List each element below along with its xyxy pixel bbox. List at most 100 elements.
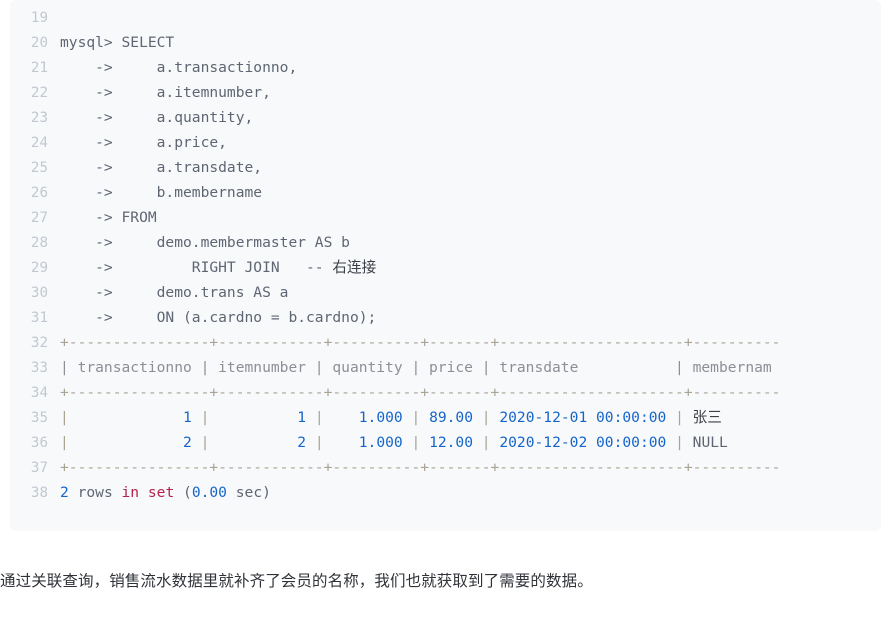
code-token: NULL bbox=[683, 434, 728, 451]
code-line: 22 -> a.itemnumber, bbox=[10, 80, 780, 105]
body-paragraph: 通过关联查询，销售流水数据里就补齐了会员的名称，我们也就获取到了需要的数据。 bbox=[0, 573, 593, 590]
code-token: | bbox=[473, 434, 491, 451]
line-number: 21 bbox=[30, 60, 48, 76]
line-number: 33 bbox=[30, 360, 48, 376]
code-line: 35 | 1 | 1 | 1.000 | 89.00 | 2020-12-01 0… bbox=[10, 405, 780, 430]
code-line: 27 -> FROM bbox=[10, 205, 780, 230]
code-token: +----------------+------------+---------… bbox=[60, 459, 781, 476]
line-number: 32 bbox=[30, 335, 48, 351]
code-token: | bbox=[191, 434, 210, 451]
code-line-text: | transactionno | itemnumber | quantity … bbox=[48, 355, 772, 380]
code-token: 2 bbox=[68, 434, 192, 451]
code-token: 1.000 bbox=[323, 434, 403, 451]
page-root: 19 20 mysql> SELECT 21 -> a.transactionno, 2… bbox=[0, 0, 881, 620]
code-token: -> a.quantity, bbox=[60, 109, 254, 126]
line-number: 23 bbox=[30, 110, 48, 126]
code-token: -> a.transactionno, bbox=[60, 59, 298, 76]
code-token: | bbox=[306, 409, 324, 426]
code-token: in set bbox=[121, 484, 175, 501]
code-line-text: -> a.itemnumber, bbox=[48, 80, 271, 105]
code-token: 89.00 bbox=[420, 409, 473, 426]
code-line-text: -> demo.membermaster AS b bbox=[48, 230, 350, 255]
code-token: -> ON (a.cardno = b.cardno); bbox=[60, 309, 377, 326]
code-line: 19 bbox=[10, 5, 780, 30]
code-token: | bbox=[191, 409, 210, 426]
code-line: 29 -> RIGHT JOIN -- 右连接 bbox=[10, 255, 780, 280]
code-token: 2 bbox=[60, 484, 69, 501]
line-number: 22 bbox=[30, 85, 48, 101]
code-token: 1 bbox=[68, 409, 192, 426]
code-line: 38 2 rows in set (0.00 sec) bbox=[10, 480, 780, 505]
code-line: 34 +----------------+------------+-------… bbox=[10, 380, 781, 405]
code-token: | bbox=[402, 409, 421, 426]
line-number: 29 bbox=[30, 260, 48, 276]
code-line: 23 -> a.quantity, bbox=[10, 105, 780, 130]
code-line-text: +----------------+------------+---------… bbox=[48, 455, 780, 480]
code-token: 张三 bbox=[683, 409, 722, 426]
code-token: 2020-12-01 00:00:00 bbox=[490, 409, 667, 426]
code-token: | bbox=[666, 409, 684, 426]
line-number: 20 bbox=[30, 35, 48, 51]
code-line-text: | 2 | 2 | 1.000 | 12.00 | 2020-12-02 00:… bbox=[48, 430, 728, 455]
line-number: 34 bbox=[30, 385, 48, 401]
code-token: -> demo.membermaster AS b bbox=[60, 234, 350, 251]
code-token: -> demo.trans AS a bbox=[60, 284, 289, 301]
code-line-text: -> demo.trans AS a bbox=[48, 280, 288, 305]
code-line: 36 | 2 | 2 | 1.000 | 12.00 | 2020-12-02 0… bbox=[10, 430, 780, 455]
code-line-text: -> b.membername bbox=[48, 180, 262, 205]
code-line-list: 19 20 mysql> SELECT 21 -> a.transactionno, 2… bbox=[10, 5, 781, 505]
line-number: 19 bbox=[30, 10, 48, 26]
code-line: 32 +----------------+------------+-------… bbox=[10, 330, 781, 355]
code-line: 31 -> ON (a.cardno = b.cardno); bbox=[10, 305, 780, 330]
line-number: 35 bbox=[30, 410, 48, 426]
code-line: 33 | transactionno | itemnumber | quantit… bbox=[10, 355, 780, 380]
code-token: -> a.itemnumber, bbox=[60, 84, 271, 101]
code-token: -> a.transdate, bbox=[60, 159, 263, 176]
line-number: 24 bbox=[30, 135, 48, 151]
code-token: +----------------+------------+---------… bbox=[60, 384, 781, 401]
code-line-text: -> ON (a.cardno = b.cardno); bbox=[48, 305, 376, 330]
code-token: | transactionno | itemnumber | quantity … bbox=[60, 359, 772, 376]
code-line-text: -> RIGHT JOIN -- 右连接 bbox=[48, 255, 376, 280]
line-number: 36 bbox=[30, 435, 48, 451]
code-scroll-area[interactable]: 19 20 mysql> SELECT 21 -> a.transactionno, 2… bbox=[10, 0, 881, 531]
code-token: -> b.membername bbox=[60, 184, 263, 201]
code-token: ( bbox=[174, 484, 192, 501]
line-number: 25 bbox=[30, 160, 48, 176]
code-line: 21 -> a.transactionno, bbox=[10, 55, 780, 80]
code-token: | bbox=[60, 409, 69, 426]
code-line-text: -> FROM bbox=[48, 205, 157, 230]
code-line: 30 -> demo.trans AS a bbox=[10, 280, 780, 305]
code-line: 20 mysql> SELECT bbox=[10, 30, 780, 55]
code-token: | bbox=[402, 434, 421, 451]
code-token: | bbox=[60, 434, 69, 451]
code-line-text: | 1 | 1 | 1.000 | 89.00 | 2020-12-01 00:… bbox=[48, 405, 722, 430]
code-token: sec) bbox=[226, 484, 271, 501]
code-token: -> a.price, bbox=[60, 134, 227, 151]
line-number: 37 bbox=[30, 460, 48, 476]
code-token: 1.000 bbox=[323, 409, 403, 426]
code-token: -> RIGHT JOIN -- bbox=[60, 259, 333, 276]
line-number: 38 bbox=[30, 485, 48, 501]
code-token: 12.00 bbox=[420, 434, 473, 451]
code-line: 25 -> a.transdate, bbox=[10, 155, 780, 180]
code-line-text: -> a.quantity, bbox=[48, 105, 253, 130]
code-line: 26 -> b.membername bbox=[10, 180, 780, 205]
code-line-text: 2 rows in set (0.00 sec) bbox=[48, 480, 271, 505]
line-number: 30 bbox=[30, 285, 48, 301]
code-line-text: +----------------+------------+---------… bbox=[48, 330, 780, 355]
line-number: 27 bbox=[30, 210, 48, 226]
code-token: 0.00 bbox=[191, 484, 227, 501]
code-line: 28 -> demo.membermaster AS b bbox=[10, 230, 780, 255]
code-line: 24 -> a.price, bbox=[10, 130, 780, 155]
code-token: 2 bbox=[209, 434, 307, 451]
code-line-text: mysql> SELECT bbox=[48, 30, 174, 55]
code-token: 右连接 bbox=[332, 259, 377, 276]
line-number: 28 bbox=[30, 235, 48, 251]
code-token: | bbox=[473, 409, 491, 426]
code-line-text: +----------------+------------+---------… bbox=[48, 380, 780, 405]
code-token: rows bbox=[68, 484, 122, 501]
code-token: | bbox=[306, 434, 324, 451]
line-number: 26 bbox=[30, 185, 48, 201]
code-token: | bbox=[666, 434, 684, 451]
